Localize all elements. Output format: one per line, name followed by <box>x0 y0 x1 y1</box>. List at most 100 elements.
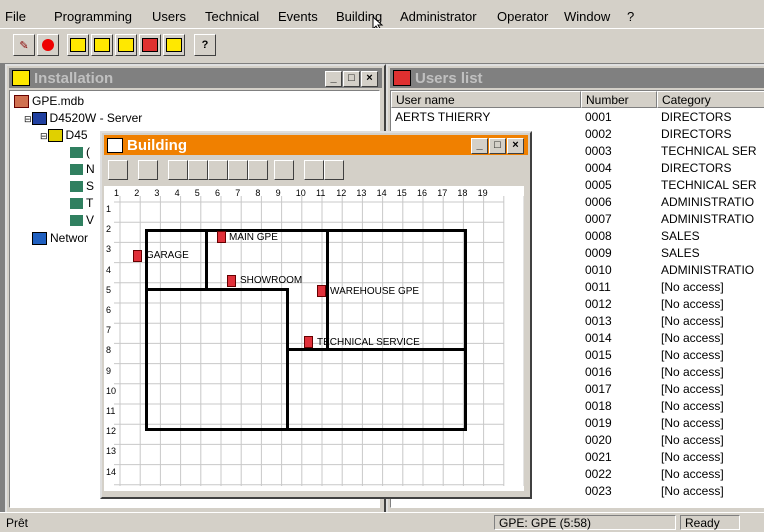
tree-item-reader[interactable]: T <box>70 195 93 211</box>
status-text: Prêt <box>6 516 29 530</box>
help-button[interactable]: ? <box>194 34 216 56</box>
column-header-username[interactable]: User name <box>391 91 581 108</box>
user-category-cell: [No access] <box>661 484 724 498</box>
maximize-button[interactable]: □ <box>489 138 506 154</box>
door-technical-icon[interactable] <box>304 336 313 348</box>
column-number: 16 <box>417 188 428 198</box>
select-tool-button[interactable] <box>168 160 188 180</box>
minimize-button[interactable]: _ <box>325 71 342 87</box>
user-number-cell: 0007 <box>585 212 612 226</box>
door-showroom-icon[interactable] <box>227 275 236 287</box>
menu-operator[interactable]: Operator <box>497 9 548 24</box>
user-name-cell: AERTS THIERRY <box>395 110 491 124</box>
save-tool-button[interactable] <box>138 160 158 180</box>
column-header-number[interactable]: Number <box>581 91 657 108</box>
user-number-cell: 0012 <box>585 297 612 311</box>
menu-window[interactable]: Window <box>564 9 610 24</box>
stop-button[interactable] <box>37 34 59 56</box>
rectangle-tool-button[interactable] <box>208 160 228 180</box>
users-button[interactable] <box>91 34 113 56</box>
tree-item-reader[interactable]: V <box>70 212 94 228</box>
menu-administrator[interactable]: Administrator <box>400 9 477 24</box>
user-number-cell: 0022 <box>585 467 612 481</box>
user-category-cell: [No access] <box>661 314 724 328</box>
user-number-cell: 0017 <box>585 382 612 396</box>
panel-icon <box>47 129 63 143</box>
user-number-cell: 0006 <box>585 195 612 209</box>
user-category-cell: [No access] <box>661 416 724 430</box>
toolbar: ✎ ? <box>0 28 764 63</box>
building-window: Building _ □ × 1 2 3 4 5 6 7 8 9 10 11 12 13 14 15 16 17… <box>100 131 532 499</box>
user-category-cell: [No access] <box>661 433 724 447</box>
events-button[interactable] <box>115 34 137 56</box>
users-list-title: Users list <box>415 69 483 87</box>
user-category-cell: TECHNICAL SER <box>661 144 757 158</box>
tree-item-reader[interactable]: ( <box>70 144 90 160</box>
grid-tool-button[interactable] <box>304 160 324 180</box>
menu-file[interactable]: File <box>5 9 26 24</box>
tree-item-panel[interactable]: ⊟ D45 <box>40 127 88 143</box>
close-button[interactable]: × <box>361 71 378 87</box>
column-number: 2 <box>134 188 140 198</box>
user-number-cell: 0003 <box>585 144 612 158</box>
building-titlebar[interactable]: Building _ □ × <box>104 135 528 155</box>
column-number: 7 <box>235 188 241 198</box>
menu-programming[interactable]: Programming <box>54 9 132 24</box>
installation-button[interactable] <box>67 34 89 56</box>
image-tool-button[interactable] <box>248 160 268 180</box>
tree-item-label: S <box>86 179 95 193</box>
tree-item-database[interactable]: GPE.mdb <box>14 93 84 109</box>
minimize-button[interactable]: _ <box>471 138 488 154</box>
computer-icon <box>31 112 47 126</box>
row-number: 5 <box>106 284 112 295</box>
user-category-cell: DIRECTORS <box>661 127 732 141</box>
connect-button[interactable]: ✎ <box>13 34 35 56</box>
snap-tool-button[interactable] <box>324 160 344 180</box>
row-number: 10 <box>106 385 117 396</box>
database-icon <box>14 95 29 109</box>
column-number: 18 <box>457 188 468 198</box>
door-garage-icon[interactable] <box>133 250 142 262</box>
user-number-cell: 0019 <box>585 416 612 430</box>
tree-item-label: N <box>86 162 95 176</box>
tree-item-reader[interactable]: N <box>70 161 95 177</box>
technical-room[interactable] <box>286 348 467 431</box>
tree-item-reader[interactable]: S <box>70 178 94 194</box>
installation-titlebar[interactable]: Installation _ □ × <box>9 68 382 88</box>
door-tool-button[interactable] <box>274 160 294 180</box>
reader-icon <box>70 164 83 176</box>
table-row[interactable]: AERTS THIERRY 0001 DIRECTORS <box>391 109 764 126</box>
user-number-cell: 0001 <box>585 110 612 124</box>
user-number-cell: 0010 <box>585 263 612 277</box>
building-button[interactable] <box>163 34 185 56</box>
line-tool-button[interactable] <box>188 160 208 180</box>
menu-events[interactable]: Events <box>278 9 318 24</box>
tree-item-label: V <box>86 213 95 227</box>
menu-help[interactable]: ? <box>627 9 634 24</box>
door-main-icon[interactable] <box>217 231 226 243</box>
column-number: 5 <box>194 188 200 198</box>
maximize-button[interactable]: □ <box>343 71 360 87</box>
showroom-room[interactable] <box>145 288 289 431</box>
menu-technical[interactable]: Technical <box>205 9 259 24</box>
column-number: 12 <box>336 188 347 198</box>
tree-item-label: T <box>86 196 94 210</box>
tree-item-network[interactable]: Networ <box>32 230 88 246</box>
room-label-garage: GARAGE <box>146 250 189 261</box>
building-plan[interactable]: 1 2 3 4 5 6 7 8 9 10 11 12 13 14 15 16 17 18 19 1234567891… <box>104 186 524 491</box>
users-list-titlebar[interactable]: Users list <box>390 68 764 88</box>
tree-item-label: D45 <box>65 128 88 142</box>
edit-tool-button[interactable] <box>108 160 128 180</box>
room-label-showroom: SHOWROOM <box>240 275 303 286</box>
user-number-cell: 0023 <box>585 484 612 498</box>
tree-item-server[interactable]: ⊟ D4520W - Server <box>24 110 142 126</box>
network-icon <box>32 232 47 246</box>
users-list-button[interactable] <box>139 34 161 56</box>
close-button[interactable]: × <box>507 138 524 154</box>
menu-users[interactable]: Users <box>152 9 186 24</box>
user-number-cell: 0004 <box>585 161 612 175</box>
text-tool-button[interactable] <box>228 160 248 180</box>
column-header-category[interactable]: Category <box>657 91 764 108</box>
column-number: 13 <box>356 188 367 198</box>
door-warehouse-icon[interactable] <box>317 285 326 297</box>
